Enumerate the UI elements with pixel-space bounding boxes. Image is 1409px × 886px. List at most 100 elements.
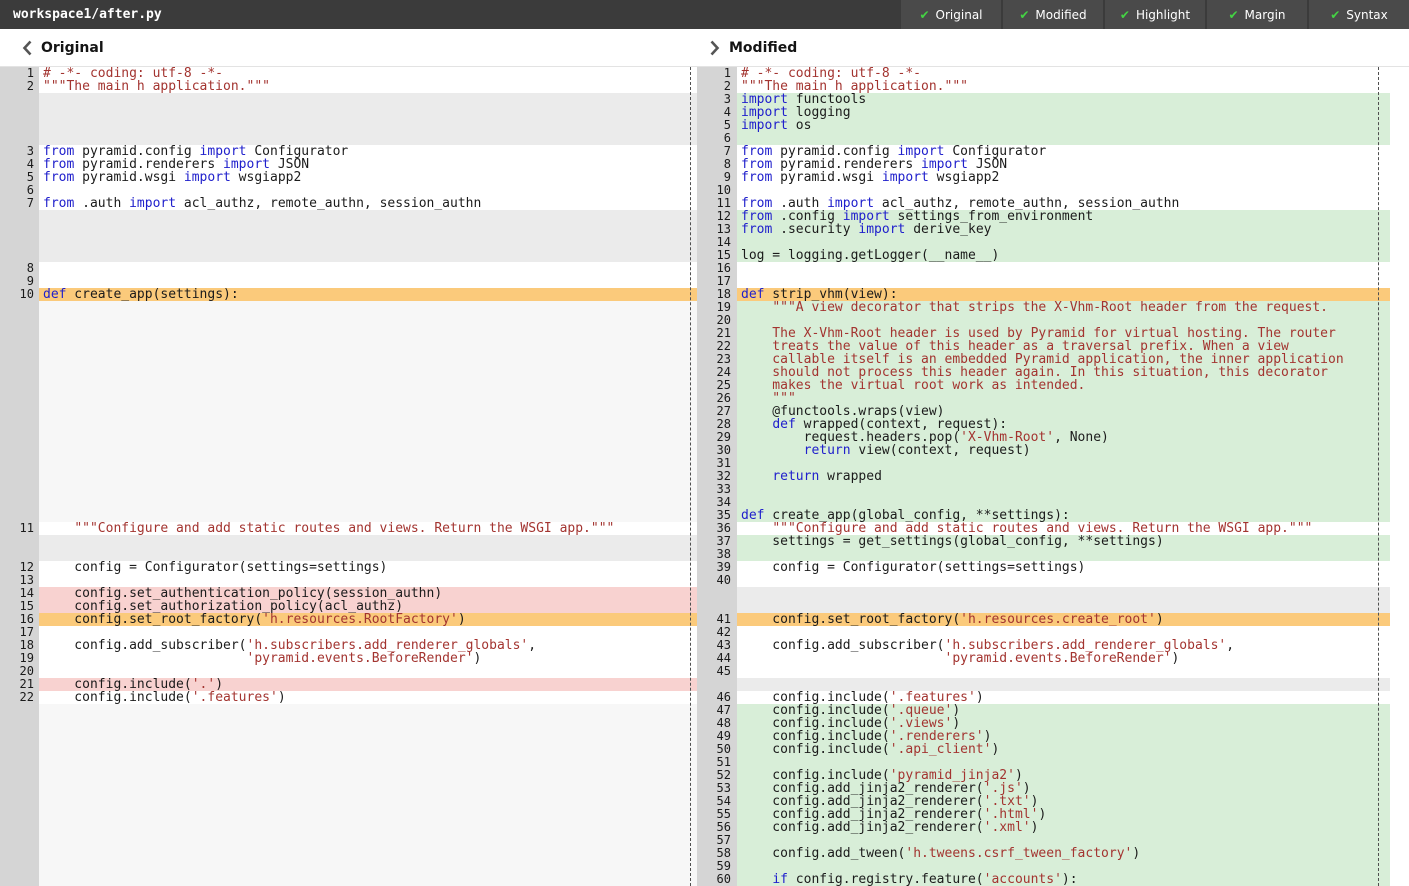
- diff-row: 38: [0, 548, 1409, 561]
- modified-cell: 11from .auth import acl_authz, remote_au…: [697, 197, 1390, 210]
- diff-row: 55 config.add_jinja2_renderer('.html'): [0, 808, 1409, 821]
- line-number: [0, 431, 39, 444]
- line-number: 36: [697, 522, 737, 535]
- line-number: 51: [697, 756, 737, 769]
- code-line: [737, 496, 1390, 509]
- code-line: [737, 678, 1390, 691]
- line-number: [0, 834, 39, 847]
- toggle-original-button[interactable]: ✔Original: [901, 0, 1001, 29]
- line-number: [0, 444, 39, 457]
- original-cell: 22 config.include('.features'): [0, 691, 697, 704]
- toggle-label: Highlight: [1136, 8, 1190, 22]
- diff-row: 1# -*- coding: utf-8 -*-1# -*- coding: u…: [0, 67, 1409, 80]
- original-cell: [0, 808, 697, 821]
- code-line: callable itself is an embedded Pyramid a…: [737, 353, 1390, 366]
- line-number: 41: [697, 613, 737, 626]
- original-cell: [0, 392, 697, 405]
- modified-cell: 2"""The main h application.""": [697, 80, 1390, 93]
- original-cell: 2"""The main h application.""": [0, 80, 697, 93]
- line-number: 53: [697, 782, 737, 795]
- diff-view: 1# -*- coding: utf-8 -*-1# -*- coding: u…: [0, 67, 1409, 886]
- line-number: 3: [0, 145, 39, 158]
- original-pane-title: Original: [41, 40, 104, 56]
- line-number: [0, 548, 39, 561]
- modified-cell: 55 config.add_jinja2_renderer('.html'): [697, 808, 1390, 821]
- diff-row: 33: [0, 483, 1409, 496]
- code-line: [39, 184, 697, 197]
- toggle-label: Modified: [1035, 8, 1086, 22]
- diff-row: 30 return view(context, request): [0, 444, 1409, 457]
- original-cell: [0, 340, 697, 353]
- code-line: [737, 756, 1390, 769]
- toggle-syntax-button[interactable]: ✔Syntax: [1309, 0, 1409, 29]
- diff-row: 10def create_app(settings):18def strip_v…: [0, 288, 1409, 301]
- code-line: config = Configurator(settings=settings): [737, 561, 1390, 574]
- chevron-left-icon: [22, 40, 32, 56]
- code-line: [39, 782, 697, 795]
- line-number: 11: [0, 522, 39, 535]
- line-number: 44: [697, 652, 737, 665]
- code-line: [39, 314, 697, 327]
- line-number: 2: [697, 80, 737, 93]
- code-line: """The main h application.""": [737, 80, 1390, 93]
- line-number: 34: [697, 496, 737, 509]
- modified-cell: 9from pyramid.wsgi import wsgiapp2: [697, 171, 1390, 184]
- file-title: workspace1/after.py: [0, 0, 899, 29]
- diff-row: 58 config.add_tween('h.tweens.csrf_tween…: [0, 847, 1409, 860]
- modified-cell: 30 return view(context, request): [697, 444, 1390, 457]
- code-line: [737, 184, 1390, 197]
- code-line: [737, 665, 1390, 678]
- toggle-modified-button[interactable]: ✔Modified: [1003, 0, 1103, 29]
- code-line: from pyramid.renderers import JSON: [737, 158, 1390, 171]
- line-number: [697, 678, 737, 691]
- code-line: [39, 509, 697, 522]
- line-number: 7: [0, 197, 39, 210]
- modified-cell: 16: [697, 262, 1390, 275]
- code-line: [39, 834, 697, 847]
- code-line: [39, 860, 697, 873]
- diff-row: 4from pyramid.renderers import JSON8from…: [0, 158, 1409, 171]
- modified-cell: 28 def wrapped(context, request):: [697, 418, 1390, 431]
- code-line: should not process this header again. In…: [737, 366, 1390, 379]
- line-number: 7: [697, 145, 737, 158]
- original-cell: 4from pyramid.renderers import JSON: [0, 158, 697, 171]
- modified-cell: 38: [697, 548, 1390, 561]
- line-number: 57: [697, 834, 737, 847]
- code-line: [39, 106, 697, 119]
- original-cell: [0, 821, 697, 834]
- diff-row: 15 config.set_authorization_policy(acl_a…: [0, 600, 1409, 613]
- original-pane-header: Original: [22, 29, 104, 66]
- modified-cell: 35def create_app(global_config, **settin…: [697, 509, 1390, 522]
- toggle-margin-button[interactable]: ✔Margin: [1207, 0, 1307, 29]
- line-number: [0, 782, 39, 795]
- original-cell: [0, 223, 697, 236]
- modified-cell: 10: [697, 184, 1390, 197]
- modified-cell: 14: [697, 236, 1390, 249]
- line-number: 14: [0, 587, 39, 600]
- diff-row: 52 config.include('pyramid_jinja2'): [0, 769, 1409, 782]
- code-line: from pyramid.config import Configurator: [39, 145, 697, 158]
- original-cell: 15 config.set_authorization_policy(acl_a…: [0, 600, 697, 613]
- line-number: 15: [697, 249, 737, 262]
- line-number: [0, 847, 39, 860]
- code-line: [39, 327, 697, 340]
- diff-row: 28 def wrapped(context, request):: [0, 418, 1409, 431]
- original-cell: 20: [0, 665, 697, 678]
- original-cell: [0, 457, 697, 470]
- original-cell: [0, 210, 697, 223]
- diff-row: 22 config.include('.features')46 config.…: [0, 691, 1409, 704]
- line-number: 35: [697, 509, 737, 522]
- line-number: [0, 860, 39, 873]
- toggle-highlight-button[interactable]: ✔Highlight: [1105, 0, 1205, 29]
- line-number: [0, 379, 39, 392]
- line-number: [697, 600, 737, 613]
- diff-row: 3from pyramid.config import Configurator…: [0, 145, 1409, 158]
- diff-row: 13from .security import derive_key: [0, 223, 1409, 236]
- line-number: [0, 314, 39, 327]
- code-line: [737, 314, 1390, 327]
- line-number: 20: [0, 665, 39, 678]
- line-number: 16: [697, 262, 737, 275]
- code-line: if config.registry.feature('accounts'):: [737, 873, 1390, 886]
- line-number: [0, 132, 39, 145]
- code-line: [39, 236, 697, 249]
